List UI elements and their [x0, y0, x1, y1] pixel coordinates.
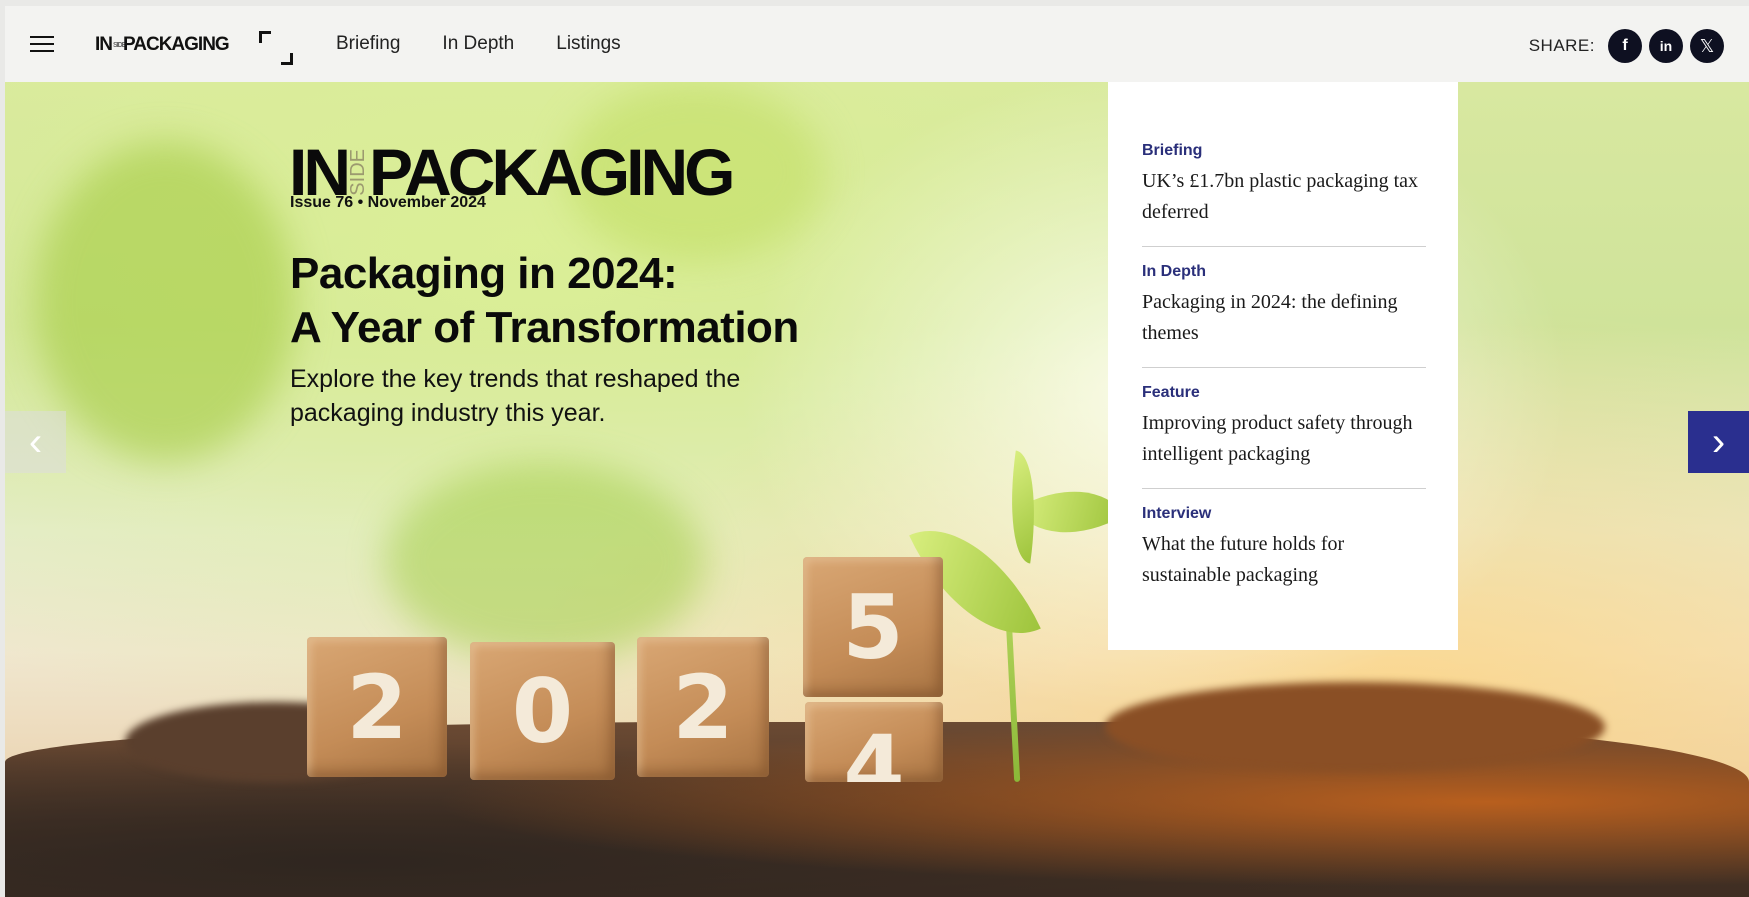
top-navigation: IN SIDE PACKAGING Briefing In Depth List…: [5, 6, 1749, 82]
story-item[interactable]: Interview What the future holds for sust…: [1142, 505, 1426, 609]
story-title: Packaging in 2024: the defining themes: [1142, 291, 1398, 344]
nav-link-in-depth[interactable]: In Depth: [442, 33, 514, 55]
soil: [1105, 682, 1605, 772]
story-item[interactable]: Briefing UK’s £1.7bn plastic packaging t…: [1142, 142, 1426, 247]
hamburger-menu-icon[interactable]: [30, 36, 54, 52]
stories-panel: Briefing UK’s £1.7bn plastic packaging t…: [1108, 82, 1458, 650]
share-label: SHARE:: [1528, 36, 1595, 55]
nav-link-listings[interactable]: Listings: [556, 33, 620, 55]
story-category: In Depth: [1142, 263, 1206, 280]
wood-block: 0: [470, 642, 615, 780]
carousel-next-icon[interactable]: ›: [1688, 411, 1749, 473]
story-title: What the future holds for sustainable pa…: [1142, 533, 1345, 586]
wood-block: 4: [805, 702, 943, 782]
main-nav: Briefing In Depth Listings: [336, 33, 663, 55]
headline-line-2: A Year of Transformation: [290, 303, 799, 352]
hero-subhead: Explore the key trends that reshaped the…: [290, 365, 741, 427]
linkedin-icon[interactable]: in: [1649, 29, 1683, 63]
story-category: Interview: [1142, 505, 1212, 522]
carousel-prev-icon[interactable]: ‹: [5, 411, 66, 473]
background-foliage: [35, 142, 295, 462]
hero-headline[interactable]: Packaging in 2024: A Year of Transformat…: [290, 247, 799, 355]
x-twitter-icon[interactable]: 𝕏: [1690, 29, 1724, 63]
headline-line-1: Packaging in 2024:: [290, 249, 678, 298]
logo-packaging: PACKAGING: [123, 34, 230, 55]
share-bar: SHARE: f in 𝕏: [1529, 29, 1724, 63]
wood-block: 2: [307, 637, 447, 777]
app-frame: IN SIDE PACKAGING Briefing In Depth List…: [5, 6, 1749, 897]
logo-in: IN: [95, 34, 113, 55]
story-item[interactable]: In Depth Packaging in 2024: the defining…: [1142, 263, 1426, 368]
story-item[interactable]: Feature Improving product safety through…: [1142, 384, 1426, 489]
wood-block: 5: [803, 557, 943, 697]
facebook-icon[interactable]: f: [1608, 29, 1642, 63]
story-category: Briefing: [1142, 142, 1203, 159]
wood-block: 2: [637, 637, 769, 777]
background-foliage: [385, 462, 705, 662]
hero-slide: 2 0 2 5 4 IN SIDE PACKAGING Issue 76 • N…: [5, 82, 1749, 897]
logo-side: SIDE: [347, 148, 369, 196]
issue-info: Issue 76 • November 2024: [290, 194, 486, 211]
story-title: UK’s £1.7bn plastic packaging tax deferr…: [1142, 170, 1419, 223]
logo-side: SIDE: [113, 41, 126, 49]
story-title: Improving product safety through intelli…: [1142, 412, 1413, 465]
fullscreen-icon[interactable]: [259, 31, 293, 65]
site-logo[interactable]: IN SIDE PACKAGING: [95, 34, 230, 56]
nav-link-briefing[interactable]: Briefing: [336, 33, 400, 55]
story-category: Feature: [1142, 384, 1200, 401]
